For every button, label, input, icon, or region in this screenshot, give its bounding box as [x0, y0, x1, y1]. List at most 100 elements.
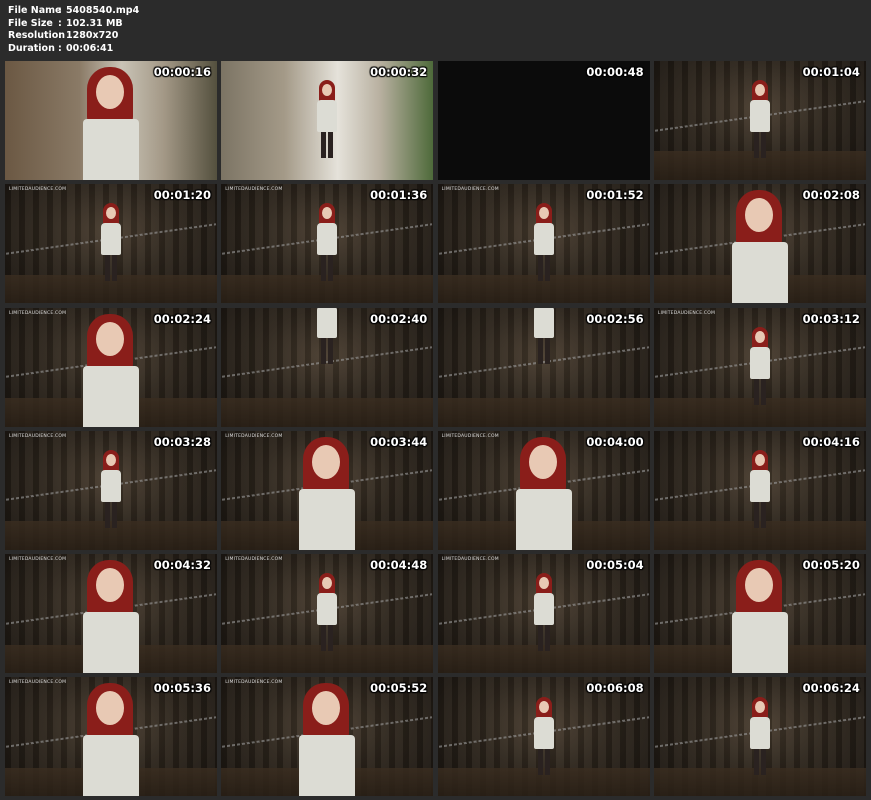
- person-figure: [749, 696, 771, 777]
- figure-legs: [537, 338, 550, 365]
- video-thumbnail[interactable]: 00:02:56: [437, 307, 650, 427]
- figure-dress: [83, 735, 139, 797]
- figure-legs: [321, 132, 334, 159]
- file-info-key: Duration: [8, 42, 55, 54]
- figure-legs: [753, 501, 766, 528]
- figure-head: [538, 577, 549, 590]
- video-thumbnail[interactable]: 00:02:40: [221, 307, 434, 427]
- person-figure: [749, 80, 771, 160]
- person-figure: [533, 696, 555, 777]
- thumbnail-timestamp: 00:03:28: [153, 434, 211, 449]
- floor: [221, 398, 434, 427]
- figure-dress: [83, 612, 139, 674]
- figure-dress: [317, 100, 338, 133]
- file-info-key: Resolution: [8, 30, 66, 42]
- video-thumbnail[interactable]: 00:02:08: [653, 184, 866, 304]
- figure-legs: [321, 255, 334, 282]
- figure-dress: [731, 612, 788, 674]
- thumbnail-timestamp: 00:01:36: [370, 188, 428, 203]
- video-thumbnail[interactable]: LIMITEDAUDIENCE.COM 00:01:20: [5, 184, 217, 304]
- thumbnail-timestamp: 00:05:36: [153, 681, 211, 696]
- video-thumbnail[interactable]: 00:04:16: [653, 430, 866, 550]
- person-figure: [297, 436, 357, 550]
- figure-head: [744, 568, 773, 603]
- video-thumbnail[interactable]: LIMITEDAUDIENCE.COM 00:02:24: [5, 307, 217, 427]
- person-figure: [749, 449, 771, 530]
- floor: [437, 398, 650, 427]
- figure-head: [312, 691, 341, 726]
- person-figure: [730, 560, 790, 674]
- figure-head: [538, 207, 549, 220]
- person-figure: [749, 326, 771, 407]
- thumbnail-watermark: LIMITEDAUDIENCE.COM: [225, 557, 283, 563]
- video-thumbnail[interactable]: 00:06:24: [653, 677, 866, 797]
- video-thumbnail[interactable]: 00:01:04: [653, 61, 866, 180]
- thumbnail-timestamp: 00:03:44: [370, 434, 428, 449]
- person-figure: [100, 449, 122, 530]
- thumbnail-timestamp: 00:00:16: [153, 65, 211, 79]
- figure-head: [754, 453, 765, 466]
- thumbnail-watermark: LIMITEDAUDIENCE.COM: [657, 310, 716, 316]
- figure-head: [312, 444, 341, 479]
- file-info-key: File Size: [8, 17, 53, 29]
- file-info-separator: :: [58, 42, 62, 54]
- video-thumbnail[interactable]: LIMITEDAUDIENCE.COM 00:01:36: [221, 184, 434, 304]
- video-thumbnail[interactable]: LIMITEDAUDIENCE.COM 00:05:04: [437, 554, 650, 674]
- figure-dress: [515, 488, 572, 550]
- thumbnail-watermark: LIMITEDAUDIENCE.COM: [441, 433, 499, 439]
- figure-dress: [83, 365, 139, 427]
- figure-head: [754, 330, 765, 343]
- file-info-separator: :: [58, 17, 62, 29]
- figure-dress: [299, 735, 356, 797]
- thumbnail-timestamp: 00:01:04: [802, 65, 860, 79]
- file-info-row-filesize: File Size : 102.31 MB: [8, 18, 139, 31]
- figure-dress: [533, 307, 554, 339]
- thumbnail-timestamp: 00:04:16: [802, 434, 860, 449]
- video-thumbnail[interactable]: 00:00:16: [5, 61, 217, 180]
- video-thumbnail[interactable]: LIMITEDAUDIENCE.COM 00:05:36: [5, 677, 217, 797]
- figure-legs: [537, 625, 550, 652]
- thumbnail-watermark: LIMITEDAUDIENCE.COM: [225, 187, 283, 193]
- figure-dress: [533, 593, 554, 626]
- person-figure: [81, 66, 141, 180]
- figure-dress: [101, 469, 121, 502]
- video-thumbnail[interactable]: LIMITEDAUDIENCE.COM 00:04:48: [221, 554, 434, 674]
- figure-dress: [317, 223, 338, 256]
- thumbnail-timestamp: 00:05:52: [370, 681, 428, 696]
- video-thumbnail[interactable]: LIMITEDAUDIENCE.COM 00:03:44: [221, 430, 434, 550]
- thumbnail-timestamp: 00:02:24: [153, 311, 211, 326]
- video-thumbnail[interactable]: 00:00:32: [221, 61, 434, 180]
- file-info-panel: File Name : 5408540.mp4 File Size : 102.…: [8, 5, 139, 55]
- video-thumbnail[interactable]: LIMITEDAUDIENCE.COM 00:05:52: [221, 677, 434, 797]
- figure-legs: [753, 378, 766, 405]
- thumbnail-watermark: LIMITEDAUDIENCE.COM: [9, 187, 67, 193]
- thumbnail-watermark: LIMITEDAUDIENCE.COM: [9, 680, 67, 686]
- thumbnail-grid: 00:00:16 00:00:32 00:00:48 00:01:04 LIMITEDA…: [5, 61, 866, 797]
- figure-dress: [317, 307, 338, 339]
- video-thumbnail[interactable]: 00:05:20: [653, 554, 866, 674]
- video-thumbnail[interactable]: 00:00:48: [437, 61, 650, 180]
- figure-head: [754, 84, 765, 97]
- thumbnail-timestamp: 00:05:20: [802, 558, 860, 573]
- figure-legs: [105, 255, 117, 282]
- person-figure: [297, 683, 357, 797]
- figure-legs: [537, 748, 550, 775]
- video-thumbnail[interactable]: LIMITEDAUDIENCE.COM 00:04:32: [5, 554, 217, 674]
- thumbnail-watermark: LIMITEDAUDIENCE.COM: [225, 680, 283, 686]
- video-thumbnail[interactable]: LIMITEDAUDIENCE.COM 00:03:28: [5, 430, 217, 550]
- video-thumbnail[interactable]: LIMITEDAUDIENCE.COM 00:04:00: [437, 430, 650, 550]
- figure-legs: [105, 501, 117, 528]
- figure-head: [754, 700, 765, 713]
- video-thumbnail[interactable]: LIMITEDAUDIENCE.COM 00:01:52: [437, 184, 650, 304]
- person-figure: [81, 683, 141, 797]
- figure-head: [528, 444, 557, 479]
- person-figure: [316, 573, 338, 653]
- video-thumbnail[interactable]: 00:06:08: [437, 677, 650, 797]
- figure-legs: [537, 255, 550, 282]
- person-figure: [533, 203, 555, 283]
- video-thumbnail[interactable]: LIMITEDAUDIENCE.COM 00:03:12: [653, 307, 866, 427]
- figure-dress: [749, 469, 770, 502]
- file-info-value: 1280x720: [66, 30, 119, 42]
- thumbnail-timestamp: 00:00:48: [586, 65, 644, 79]
- figure-head: [106, 453, 116, 466]
